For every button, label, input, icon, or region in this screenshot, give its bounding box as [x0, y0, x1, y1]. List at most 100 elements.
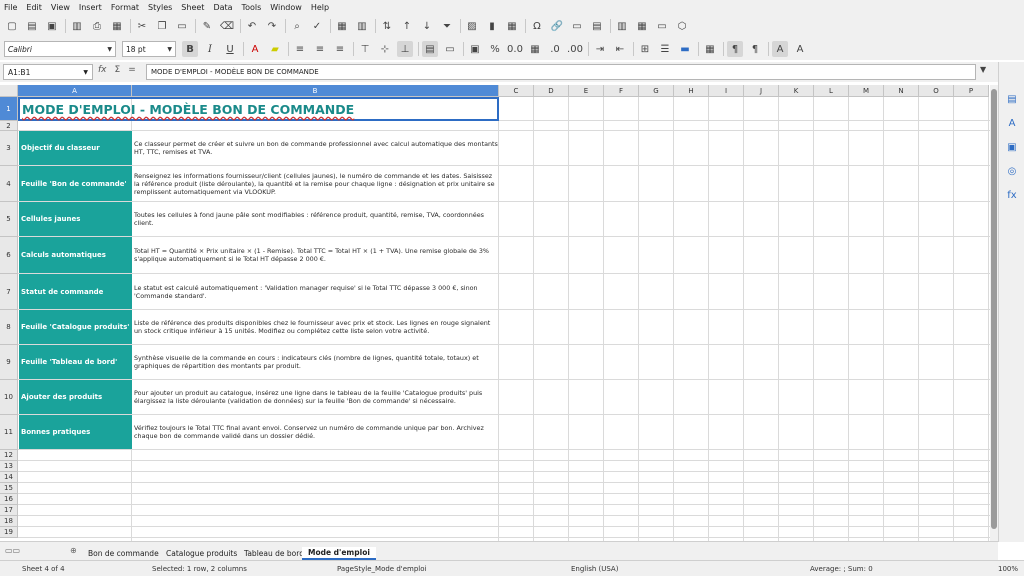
row-header-5[interactable]: 5 — [0, 202, 18, 237]
entry-description-cell[interactable]: Le statut est calculé automatiquement : … — [133, 274, 499, 309]
column-header-c[interactable]: C — [499, 85, 534, 97]
save-icon[interactable]: ▣ — [44, 18, 60, 34]
split-window-icon[interactable]: ▭ — [654, 18, 670, 34]
new-icon[interactable]: ▢ — [4, 18, 20, 34]
define-print-area-icon[interactable]: ▥ — [614, 18, 630, 34]
copy-icon[interactable]: ❐ — [154, 18, 170, 34]
print-icon[interactable]: ⎙ — [89, 18, 105, 34]
highlight-color-icon[interactable]: ▰ — [267, 41, 283, 57]
entry-description-cell[interactable]: Total HT = Quantité × Prix unitaire × (1… — [133, 237, 499, 273]
menu-format[interactable]: Format — [111, 3, 139, 12]
column-header-a[interactable]: A — [18, 85, 132, 97]
align-center-icon[interactable]: ≡ — [312, 41, 328, 57]
print-preview-icon[interactable]: ▦ — [109, 18, 125, 34]
number-format-icon[interactable]: 0.0 — [507, 41, 523, 57]
function-wizard-icon[interactable]: fx — [98, 65, 107, 75]
row-header-13[interactable]: 13 — [0, 461, 18, 472]
menu-sheet[interactable]: Sheet — [181, 3, 204, 12]
select-all-corner[interactable] — [0, 85, 18, 97]
menu-view[interactable]: View — [51, 3, 70, 12]
formula-icon[interactable]: = — [128, 65, 136, 75]
italic-icon[interactable]: I — [202, 41, 218, 57]
spelling-icon[interactable]: ✓ — [309, 18, 325, 34]
styles-icon[interactable]: A — [1005, 116, 1019, 130]
column-header-b[interactable]: B — [132, 85, 499, 97]
entry-description-cell[interactable]: Renseignez les informations fournisseur/… — [133, 166, 499, 201]
increase-indent-icon[interactable]: ⇥ — [592, 41, 608, 57]
row-header-15[interactable]: 15 — [0, 483, 18, 494]
underline-icon[interactable]: U — [222, 41, 238, 57]
row-header-1[interactable]: 1 — [0, 97, 18, 121]
sheet-tab[interactable]: Bon de commande — [82, 547, 165, 560]
font-color-icon[interactable]: A — [247, 41, 263, 57]
menu-edit[interactable]: Edit — [26, 3, 42, 12]
conditional-format-icon[interactable]: ▦ — [702, 41, 718, 57]
show-draw-functions-icon[interactable]: ⬡ — [674, 18, 690, 34]
row-header-16[interactable]: 16 — [0, 494, 18, 505]
text-ltr-icon[interactable]: A — [772, 41, 788, 57]
ltr-icon[interactable]: ¶ — [727, 41, 743, 57]
entry-label-cell[interactable]: Cellules jaunes — [19, 202, 132, 236]
entry-label-cell[interactable]: Objectif du classeur — [19, 131, 132, 165]
row-header-14[interactable]: 14 — [0, 472, 18, 483]
column-header-l[interactable]: L — [814, 85, 849, 97]
special-character-icon[interactable]: Ω — [529, 18, 545, 34]
column-header-m[interactable]: M — [849, 85, 884, 97]
chevron-down-icon[interactable]: ▼ — [83, 69, 88, 76]
column-header-d[interactable]: D — [534, 85, 569, 97]
merge-center-icon[interactable]: ▭ — [442, 41, 458, 57]
entry-label-cell[interactable]: Bonnes pratiques — [19, 415, 132, 449]
status-zoom[interactable]: 100% — [998, 565, 1018, 573]
entry-label-cell[interactable]: Feuille 'Catalogue produits' — [19, 310, 132, 344]
menu-insert[interactable]: Insert — [79, 3, 102, 12]
sort-descending-icon[interactable]: ↓ — [419, 18, 435, 34]
column-header-e[interactable]: E — [569, 85, 604, 97]
row-header-17[interactable]: 17 — [0, 505, 18, 516]
sort-ascending-icon[interactable]: ↑ — [399, 18, 415, 34]
pivot-table-icon[interactable]: ▦ — [504, 18, 520, 34]
borders-icon[interactable]: ⊞ — [637, 41, 653, 57]
sheet-tab[interactable]: Catalogue produits — [160, 547, 243, 560]
column-header-k[interactable]: K — [779, 85, 814, 97]
column-header-p[interactable]: P — [954, 85, 989, 97]
wrap-text-icon[interactable]: ▤ — [422, 41, 438, 57]
row-header-9[interactable]: 9 — [0, 345, 18, 380]
percent-format-icon[interactable]: % — [487, 41, 503, 57]
row-header-19[interactable]: 19 — [0, 527, 18, 538]
column-header-f[interactable]: F — [604, 85, 639, 97]
freeze-rows-columns-icon[interactable]: ▦ — [634, 18, 650, 34]
entry-label-cell[interactable]: Feuille 'Tableau de bord' — [19, 345, 132, 379]
entry-description-cell[interactable]: Pour ajouter un produit au catalogue, in… — [133, 380, 499, 414]
bold-icon[interactable]: B — [182, 41, 198, 57]
date-format-icon[interactable]: ▦ — [527, 41, 543, 57]
open-icon[interactable]: ▤ — [24, 18, 40, 34]
entry-description-cell[interactable]: Toutes les cellules à fond jaune pâle so… — [133, 202, 499, 236]
row-header-10[interactable]: 10 — [0, 380, 18, 415]
column-header-j[interactable]: J — [744, 85, 779, 97]
entry-description-cell[interactable]: Vérifiez toujours le Total TTC final ava… — [133, 415, 499, 449]
entry-label-cell[interactable]: Feuille 'Bon de commande' — [19, 166, 132, 201]
column-icon[interactable]: ▥ — [354, 18, 370, 34]
row-header-11[interactable]: 11 — [0, 415, 18, 450]
image-icon[interactable]: ▨ — [464, 18, 480, 34]
find-replace-icon[interactable]: ⌕ — [289, 18, 305, 34]
text-vertical-icon[interactable]: A — [792, 41, 808, 57]
border-style-icon[interactable]: ☰ — [657, 41, 673, 57]
paste-icon[interactable]: ▭ — [174, 18, 190, 34]
column-header-n[interactable]: N — [884, 85, 919, 97]
autofilter-icon[interactable]: ⏷ — [439, 18, 455, 34]
row-header-2[interactable]: 2 — [0, 121, 18, 131]
headers-footers-icon[interactable]: ▤ — [589, 18, 605, 34]
align-middle-icon[interactable]: ⊹ — [377, 41, 393, 57]
export-pdf-icon[interactable]: ▥ — [69, 18, 85, 34]
formula-input[interactable]: MODE D'EMPLOI - MODÈLE BON DE COMMANDE — [146, 64, 976, 80]
border-color-icon[interactable]: ▬ — [677, 41, 693, 57]
align-right-icon[interactable]: ≡ — [332, 41, 348, 57]
clone-format-icon[interactable]: ✎ — [199, 18, 215, 34]
decrease-indent-icon[interactable]: ⇤ — [612, 41, 628, 57]
entry-label-cell[interactable]: Ajouter des produits — [19, 380, 132, 414]
delete-decimal-icon[interactable]: .00 — [567, 41, 583, 57]
align-top-icon[interactable]: ⊤ — [357, 41, 373, 57]
row-header-7[interactable]: 7 — [0, 274, 18, 310]
redo-icon[interactable]: ↷ — [264, 18, 280, 34]
